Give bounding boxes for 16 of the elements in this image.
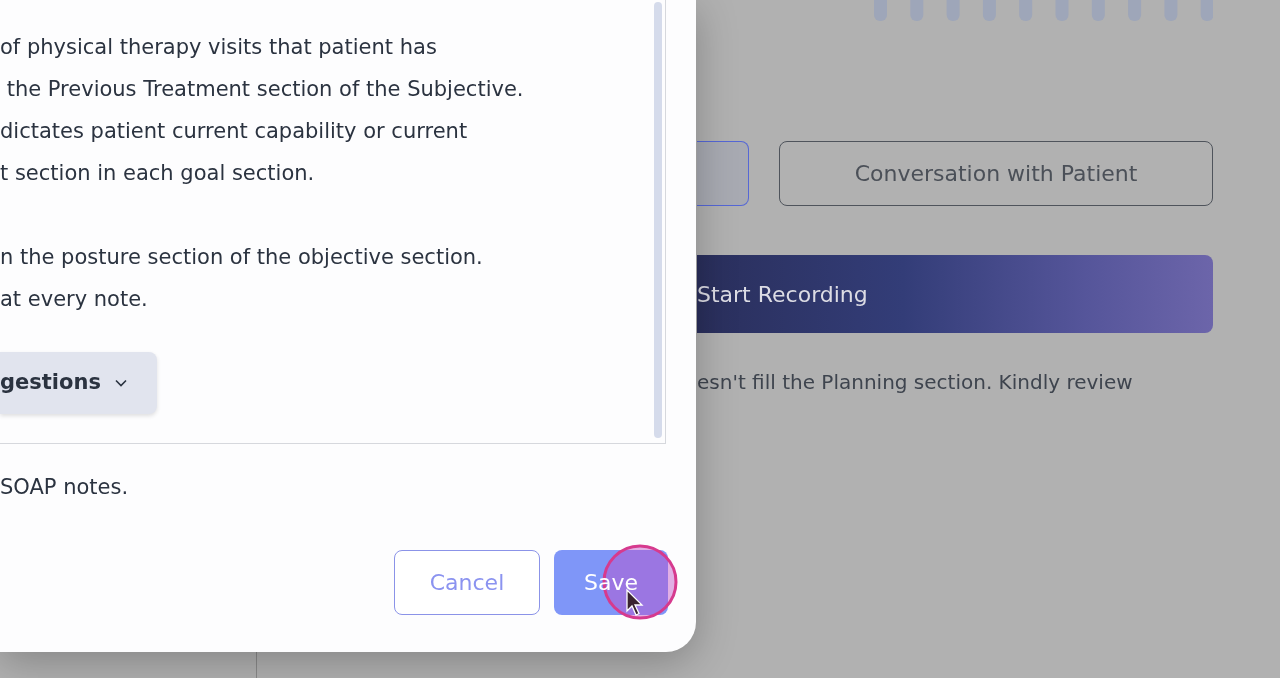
instruction-text: n the posture section of the objective section. bbox=[0, 244, 483, 271]
instruction-text: t section in each goal section. bbox=[0, 160, 315, 187]
instruction-text: the Previous Treatment section of the Subjective. bbox=[5, 76, 524, 103]
cursor-icon bbox=[625, 588, 645, 616]
tab[interactable] bbox=[697, 141, 749, 206]
tab[interactable]: Conversation with Patient bbox=[779, 141, 1213, 206]
instruction-text: at every note. bbox=[0, 286, 148, 313]
instruction-text: dictates patient current capability or current bbox=[0, 118, 468, 145]
notice-text: esn't fill the Planning section. Kindly review bbox=[697, 369, 1133, 396]
suggestions-button[interactable]: gestions bbox=[0, 352, 157, 414]
chevron-down-icon bbox=[114, 379, 127, 387]
start-recording-button[interactable]: Start Recording bbox=[697, 255, 1213, 333]
footer-text: SOAP notes. bbox=[0, 474, 129, 501]
scrollbar[interactable] bbox=[654, 2, 662, 438]
cancel-button[interactable]: Cancel bbox=[394, 549, 540, 615]
instruction-text: of physical therapy visits that patient has bbox=[0, 34, 437, 61]
